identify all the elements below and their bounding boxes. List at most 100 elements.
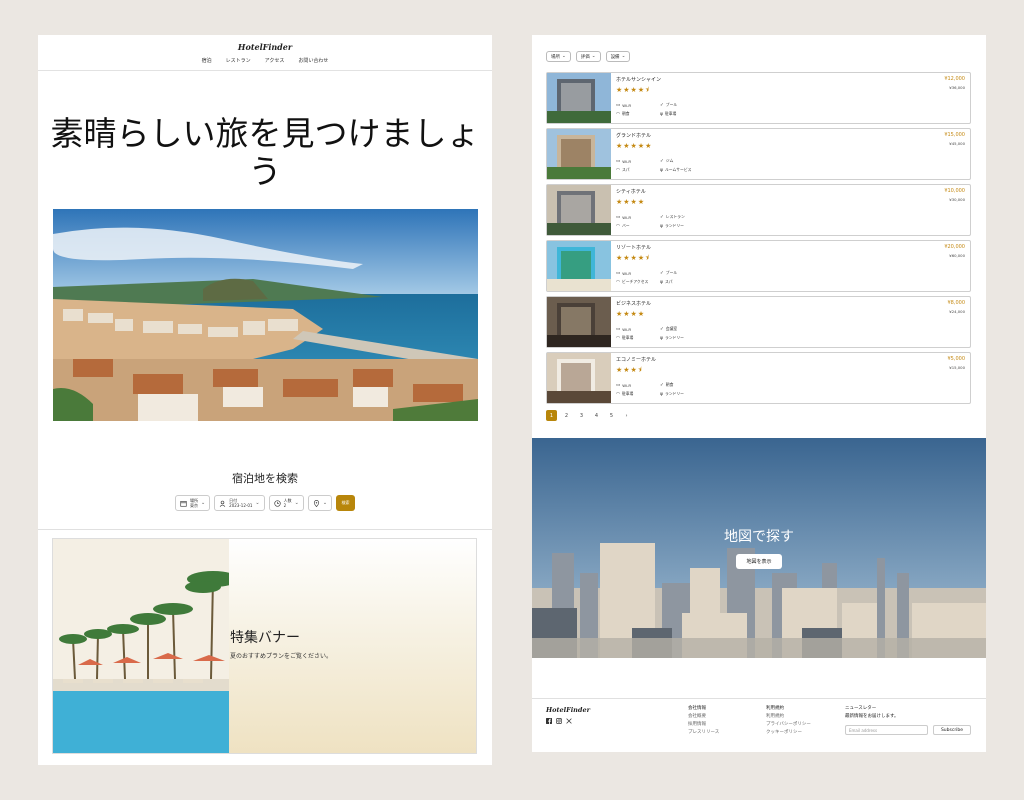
left-page-panel: HotelFinder 宿泊 レストラン アクセス お問い合わせ 素晴らしい旅を… — [38, 35, 492, 765]
amenity-item: ✓ レストラン — [660, 214, 720, 220]
area-field[interactable]: ⌄ — [307, 495, 333, 511]
nav-item-restaurant[interactable]: レストラン — [226, 57, 251, 64]
amenity-label: ルームサービス — [664, 167, 692, 172]
footer-link-terms[interactable]: 利用規約 — [766, 713, 811, 721]
hero-title: 素晴らしい旅を見つけましょう — [50, 114, 480, 191]
amenity-label: Wi-Fi — [622, 270, 632, 276]
star-rating: ★★★★⯨ — [616, 86, 650, 94]
search-section: 宿泊地を検索 場所 東京 ⌄ 日付 2023-12-01 ⌄ 人数 2 ⌄ ⌄ … — [38, 460, 492, 530]
location-value: 東京 — [189, 503, 198, 508]
page-button[interactable]: 2 — [561, 410, 572, 421]
bed-icon: ▭ — [616, 270, 621, 276]
page-button[interactable]: 5 — [606, 410, 617, 421]
amenity-item: ✓ プール — [660, 270, 720, 276]
page-button[interactable]: 4 — [591, 410, 602, 421]
footer-link-privacy[interactable]: プライバシーポリシー — [766, 721, 811, 729]
hotel-card[interactable]: グランドホテル ★★★★★ ▭ Wi-Fi ✓ ジム ◠ スパ ψ ルームサービス ¥1… — [546, 128, 971, 180]
bed-icon: ▭ — [616, 382, 621, 388]
x-icon[interactable] — [566, 718, 572, 726]
facebook-icon[interactable] — [546, 718, 552, 726]
amenity-item: ψ ランドリー — [660, 391, 720, 397]
amenity-label: スパ — [664, 279, 673, 284]
amenity-item: ψ ランドリー — [660, 335, 720, 341]
hotel-name[interactable]: ホテルサンシャイン — [616, 76, 965, 83]
nightly-price: ¥5,000 — [947, 356, 966, 362]
show-map-button[interactable]: 地図を表示 — [736, 554, 782, 569]
social-links — [546, 718, 572, 726]
newsletter-email-input[interactable]: Email address — [845, 725, 928, 735]
hotel-card[interactable]: シティホテル ★★★★ ▭ Wi-Fi ✓ レストラン ◠ バー ψ ランドリー ¥10… — [546, 184, 971, 236]
amenity-item: ◠ バー — [616, 223, 660, 229]
chevron-down-icon: ⌄ — [322, 500, 328, 506]
wifi-icon: ◠ — [616, 279, 620, 285]
subscribe-button[interactable]: Subscribe — [933, 725, 971, 735]
nav-item-contact[interactable]: お問い合わせ — [298, 57, 328, 64]
filter-location-button[interactable]: 場所 ⌄ — [546, 51, 571, 62]
nightly-price: ¥8,000 — [947, 300, 966, 306]
site-footer: HotelFinder 会社情報 会社概要 採用情報 プレスリリース 利用規約 … — [532, 698, 986, 752]
nav-item-stay[interactable]: 宿泊 — [202, 57, 212, 64]
amenity-label: 会議室 — [665, 326, 678, 331]
star-rating: ★★★⯨ — [616, 366, 643, 374]
price-block: ¥10,000 ¥30,000 — [944, 188, 965, 202]
bed-icon: ▭ — [616, 214, 621, 220]
hotel-card[interactable]: ホテルサンシャイン ★★★★⯨ ▭ Wi-Fi ✓ プール ◠ 朝食 ψ 駐車場 ¥12… — [546, 72, 971, 124]
map-title: 地図で探す — [724, 529, 794, 545]
amenity-label: 朝食 — [621, 111, 630, 116]
filter-rating-button[interactable]: 評価 ⌄ — [575, 51, 601, 62]
clock-icon — [273, 499, 281, 507]
total-price: ¥45,000 — [949, 141, 965, 146]
footer-link-about[interactable]: 会社概要 — [688, 713, 719, 721]
amenity-item: ✓ ジム — [660, 158, 720, 164]
location-field[interactable]: 場所 東京 ⌄ — [174, 495, 211, 511]
site-logo[interactable]: HotelFinder — [38, 35, 492, 52]
footer-link-cookie[interactable]: クッキーポリシー — [766, 729, 811, 737]
amenity-label: バー — [621, 223, 630, 228]
bed-icon: ▭ — [616, 102, 621, 108]
hotel-card[interactable]: リゾートホテル ★★★★⯨ ▭ Wi-Fi ✓ プール ◠ ビーチアクセス ψ スパ ¥… — [546, 240, 971, 292]
date-field[interactable]: 日付 2023-12-01 ⌄ — [214, 495, 265, 511]
check-icon: ✓ — [660, 158, 664, 164]
hotel-name[interactable]: リゾートホテル — [616, 244, 965, 251]
amenity-item: ▭ Wi-Fi — [616, 102, 660, 108]
amenity-list: ▭ Wi-Fi ✓ 会議室 ◠ 駐車場 ψ ランドリー — [616, 326, 965, 341]
guests-field[interactable]: 人数 2 ⌄ — [268, 495, 304, 511]
footer-company-column: 会社情報 会社概要 採用情報 プレスリリース — [688, 705, 719, 737]
chevron-down-icon: ⌄ — [591, 54, 596, 59]
chevron-down-icon: ⌄ — [294, 500, 299, 506]
hero-image — [53, 209, 478, 421]
filter-amenity-button[interactable]: 設備 ⌄ — [605, 51, 631, 62]
city-skyline-image — [532, 438, 986, 658]
amenity-label: ビーチアクセス — [621, 279, 649, 284]
chevron-right-icon[interactable]: › — [621, 410, 632, 421]
hotel-thumbnail — [547, 129, 611, 179]
utensils-icon: ψ — [660, 391, 663, 397]
hotel-name[interactable]: ビジネスホテル — [616, 300, 965, 307]
hotel-name[interactable]: シティホテル — [616, 188, 965, 195]
footer-logo[interactable]: HotelFinder — [546, 706, 590, 714]
featured-banner[interactable]: 特集バナー 夏のおすすめプランをご覧ください。 — [52, 538, 477, 754]
instagram-icon[interactable] — [556, 718, 562, 726]
total-price: ¥36,000 — [949, 85, 965, 90]
price-block: ¥20,000 ¥60,000 — [944, 244, 965, 258]
guests-value: 2 — [283, 503, 287, 508]
footer-company-title: 会社情報 — [688, 706, 706, 711]
amenity-label: Wi-Fi — [622, 102, 632, 108]
hotel-card[interactable]: エコノミーホテル ★★★⯨ ▭ Wi-Fi ✓ 朝食 ◠ 駐車場 ψ ランドリー ¥5,… — [546, 352, 971, 404]
page-button[interactable]: 3 — [576, 410, 587, 421]
footer-link-press[interactable]: プレスリリース — [688, 729, 719, 737]
hotel-card[interactable]: ビジネスホテル ★★★★ ▭ Wi-Fi ✓ 会議室 ◠ 駐車場 ψ ランドリー ¥8,… — [546, 296, 971, 348]
nav-item-access[interactable]: アクセス — [265, 57, 285, 64]
total-price: ¥15,000 — [949, 365, 965, 370]
footer-terms-title: 利用規約 — [766, 706, 784, 711]
hotel-name[interactable]: グランドホテル — [616, 132, 965, 139]
footer-link-careers[interactable]: 採用情報 — [688, 721, 719, 729]
amenity-item: ψ ランドリー — [660, 223, 720, 229]
filter-location-label: 場所 — [551, 54, 560, 60]
amenity-label: ランドリー — [664, 335, 684, 340]
page-button[interactable]: 1 — [546, 410, 557, 421]
search-button[interactable]: 検索 — [336, 495, 356, 511]
amenity-label: Wi-Fi — [622, 382, 632, 388]
hotel-name[interactable]: エコノミーホテル — [616, 356, 965, 363]
amenity-label: レストラン — [665, 214, 685, 219]
